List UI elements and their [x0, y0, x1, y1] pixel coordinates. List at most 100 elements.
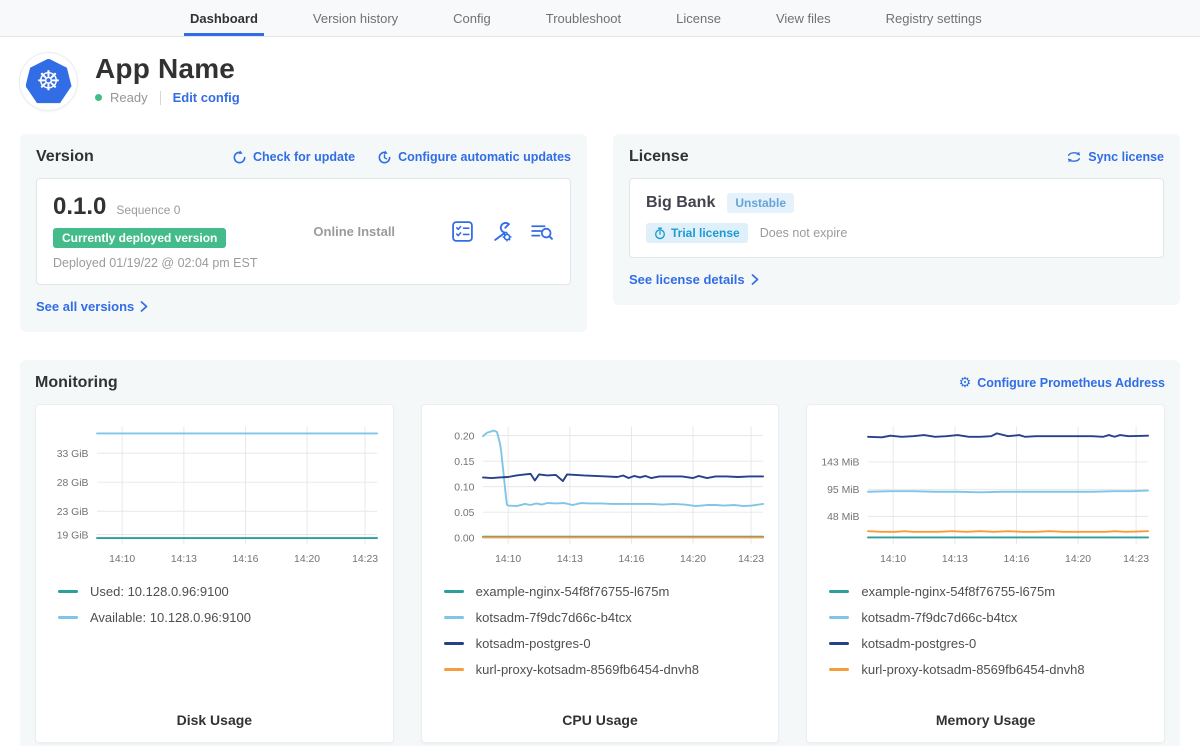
legend-label: kurl-proxy-kotsadm-8569fb6454-dnvh8	[861, 662, 1084, 677]
legend-label: kotsadm-7f9dc7d66c-b4tcx	[861, 610, 1017, 625]
deployed-status-badge: Currently deployed version	[53, 228, 226, 248]
memory-usage-legend: example-nginx-54f8f76755-l675m kotsadm-7f…	[815, 568, 1156, 708]
customer-name: Big Bank	[646, 194, 715, 212]
cpu-usage-title: CPU Usage	[430, 712, 771, 728]
top-nav: Dashboard Version history Config Trouble…	[0, 0, 1200, 37]
svg-text:14:10: 14:10	[109, 554, 135, 565]
legend-label: example-nginx-54f8f76755-l675m	[476, 584, 670, 599]
sequence-label: Sequence 0	[116, 203, 180, 217]
cards-row: Version Check for update Configure au	[0, 134, 1200, 332]
license-panel: Big Bank Unstable Trial license Does not…	[629, 178, 1164, 258]
tab-dashboard[interactable]: Dashboard	[190, 0, 258, 36]
version-number: 0.1.0	[53, 193, 106, 221]
svg-text:14:20: 14:20	[1065, 554, 1091, 565]
monitoring-section: Monitoring ⚙ Configure Prometheus Addres…	[20, 360, 1180, 746]
configure-automatic-updates-link[interactable]: Configure automatic updates	[377, 150, 571, 165]
legend-item: Used: 10.128.0.96:9100	[58, 584, 385, 599]
svg-text:14:13: 14:13	[557, 554, 583, 565]
tab-version-history[interactable]: Version history	[313, 0, 398, 36]
trial-license-badge: Trial license	[646, 223, 748, 243]
memory-usage-chart-card: 14:10 14:13 14:16 14:20 14:23 143 MiB 95 MiB 48…	[806, 404, 1165, 743]
legend-item: kurl-proxy-kotsadm-8569fb6454-dnvh8	[829, 662, 1156, 677]
legend-item: Available: 10.128.0.96:9100	[58, 610, 385, 625]
channel-badge: Unstable	[727, 193, 794, 213]
page-title: App Name	[95, 53, 240, 85]
legend-swatch	[58, 616, 78, 619]
legend-swatch	[829, 642, 849, 645]
svg-text:19 GiB: 19 GiB	[57, 530, 89, 541]
tab-troubleshoot[interactable]: Troubleshoot	[546, 0, 621, 36]
cpu-usage-chart-card: 14:1014:1314:1614:2014:230.200.150.100.0…	[421, 404, 780, 743]
expiry-label: Does not expire	[760, 226, 848, 240]
svg-text:23 GiB: 23 GiB	[57, 507, 89, 518]
configure-prometheus-link[interactable]: ⚙ Configure Prometheus Address	[959, 376, 1165, 390]
install-type-label: Online Install	[313, 224, 395, 239]
legend-label: kotsadm-7f9dc7d66c-b4tcx	[476, 610, 632, 625]
legend-label: kotsadm-postgres-0	[476, 636, 591, 651]
tab-view-files[interactable]: View files	[776, 0, 831, 36]
disk-usage-plot: 14:1014:1314:1614:2014:2333 GiB28 GiB23 …	[44, 417, 385, 568]
tab-license[interactable]: License	[676, 0, 721, 36]
check-for-update-link[interactable]: Check for update	[232, 150, 355, 165]
app-logo: ☸	[20, 53, 77, 110]
legend-swatch	[444, 642, 464, 645]
cpu-usage-plot: 14:1014:1314:1614:2014:230.200.150.100.0…	[430, 417, 771, 568]
svg-text:33 GiB: 33 GiB	[57, 449, 89, 460]
preflight-checks-icon[interactable]	[451, 220, 474, 243]
svg-text:0.00: 0.00	[454, 533, 474, 544]
legend-swatch	[829, 590, 849, 593]
legend-swatch	[444, 668, 464, 671]
chevron-right-icon	[140, 301, 148, 312]
view-logs-icon[interactable]	[529, 220, 554, 243]
charts-row: 14:10 14:13 14:16 14:20 14:23 33 GiB 28 GiB 23 …	[35, 404, 1165, 743]
svg-text:95 MiB: 95 MiB	[827, 485, 859, 496]
refresh-icon	[232, 150, 247, 165]
sync-arrows-icon	[1066, 150, 1082, 164]
deployed-timestamp: Deployed 01/19/22 @ 02:04 pm EST	[53, 256, 257, 270]
chevron-right-icon	[751, 274, 759, 285]
legend-swatch	[444, 616, 464, 619]
see-license-details-link[interactable]: See license details	[629, 272, 759, 287]
clock-refresh-icon	[377, 150, 392, 165]
cpu-usage-legend: example-nginx-54f8f76755-l675m kotsadm-7f…	[430, 568, 771, 708]
svg-text:48 MiB: 48 MiB	[827, 512, 859, 523]
legend-swatch	[444, 590, 464, 593]
svg-text:14:13: 14:13	[171, 554, 197, 565]
legend-item: kotsadm-postgres-0	[829, 636, 1156, 651]
svg-text:14:16: 14:16	[1004, 554, 1030, 565]
legend-label: Available: 10.128.0.96:9100	[90, 610, 251, 625]
disk-usage-title: Disk Usage	[44, 712, 385, 728]
monitoring-title: Monitoring	[35, 374, 118, 392]
legend-swatch	[58, 590, 78, 593]
see-all-versions-link[interactable]: See all versions	[36, 299, 148, 314]
svg-text:0.10: 0.10	[454, 482, 474, 493]
tab-config[interactable]: Config	[453, 0, 491, 36]
license-card-title: License	[629, 148, 689, 166]
svg-text:143 MiB: 143 MiB	[822, 458, 860, 469]
legend-swatch	[829, 616, 849, 619]
version-card-title: Version	[36, 148, 94, 166]
legend-swatch	[829, 668, 849, 671]
memory-usage-plot: 14:10 14:13 14:16 14:20 14:23 143 MiB 95 MiB 48…	[815, 417, 1156, 568]
svg-text:0.15: 0.15	[454, 457, 474, 468]
legend-item: example-nginx-54f8f76755-l675m	[444, 584, 771, 599]
sync-license-link[interactable]: Sync license	[1066, 150, 1164, 164]
divider	[160, 91, 161, 105]
tab-registry-settings[interactable]: Registry settings	[886, 0, 982, 36]
svg-text:14:10: 14:10	[881, 554, 907, 565]
legend-label: kurl-proxy-kotsadm-8569fb6454-dnvh8	[476, 662, 699, 677]
svg-text:14:20: 14:20	[680, 554, 706, 565]
stopwatch-icon	[654, 227, 666, 240]
legend-item: kotsadm-7f9dc7d66c-b4tcx	[444, 610, 771, 625]
legend-label: kotsadm-postgres-0	[861, 636, 976, 651]
svg-text:14:13: 14:13	[942, 554, 968, 565]
legend-item: kotsadm-postgres-0	[444, 636, 771, 651]
legend-label: example-nginx-54f8f76755-l675m	[861, 584, 1055, 599]
config-wrench-icon[interactable]	[490, 220, 513, 243]
helm-wheel-glyph: ☸	[36, 68, 60, 95]
svg-text:0.05: 0.05	[454, 508, 474, 519]
svg-text:28 GiB: 28 GiB	[57, 478, 89, 489]
edit-config-link[interactable]: Edit config	[173, 90, 240, 105]
svg-text:14:10: 14:10	[495, 554, 521, 565]
svg-text:14:23: 14:23	[1123, 554, 1149, 565]
